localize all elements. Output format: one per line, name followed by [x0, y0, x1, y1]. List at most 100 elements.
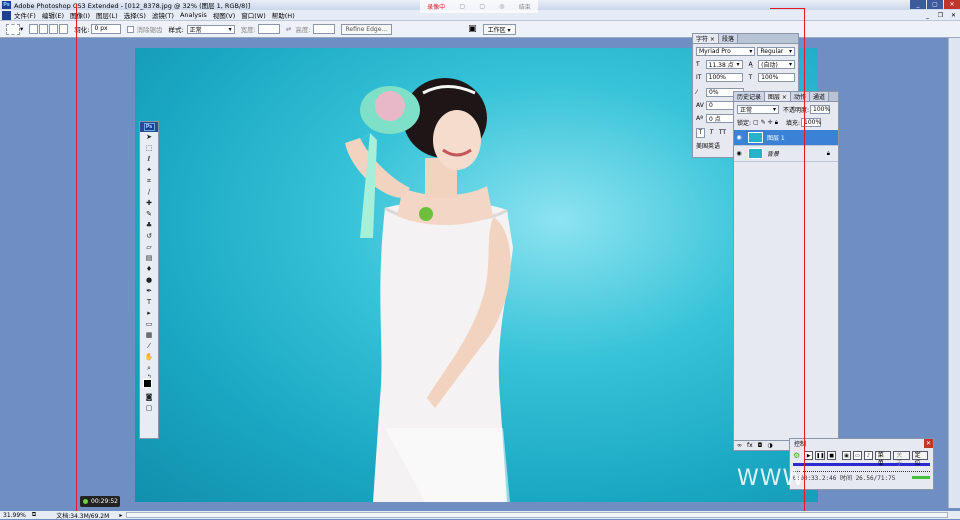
doc-restore-icon[interactable]: ❐ — [934, 10, 947, 20]
crop-tool-icon[interactable]: ⌗ — [143, 177, 155, 186]
type-tool-icon[interactable]: T — [143, 298, 155, 307]
quick-mask-icon[interactable]: ◙ — [143, 393, 155, 402]
play-icon[interactable]: ▶ — [804, 450, 814, 460]
menu-file[interactable]: 文件(F) — [14, 10, 36, 20]
font-size-input[interactable]: 11.38 点 ▾ — [705, 60, 743, 69]
zoom-level[interactable]: 31.99% — [3, 512, 26, 519]
font-family-select[interactable]: Myriad Pro ▾ — [696, 47, 756, 56]
capture-icon[interactable]: ▣ — [842, 450, 851, 460]
opacity-input[interactable]: 100% — [810, 105, 830, 114]
ps-menu-icon[interactable] — [2, 10, 11, 20]
magic-wand-tool-icon[interactable]: ✦ — [143, 166, 155, 175]
blur-tool-icon[interactable]: ♦ — [143, 265, 155, 274]
recorder-frame-icon[interactable]: ▢ — [479, 3, 485, 10]
gradient-tool-icon[interactable]: ▤ — [143, 254, 155, 263]
eyedropper-tool-icon[interactable]: ⁄ — [143, 342, 155, 351]
healing-brush-tool-icon[interactable]: ✚ — [143, 199, 155, 208]
move-tool-icon[interactable]: ➤ — [143, 133, 155, 142]
style-select[interactable]: 正常 ▾ — [186, 24, 235, 34]
menu-layer[interactable]: 图层(L) — [96, 10, 118, 20]
path-select-tool-icon[interactable]: ▸ — [143, 309, 155, 318]
eye-icon[interactable]: ◉ — [734, 134, 744, 141]
right-scrollbar[interactable] — [948, 38, 960, 508]
workspace-button[interactable]: 工作区 ▾ — [482, 23, 516, 35]
toolbox-header[interactable]: Ps — [140, 122, 158, 132]
antialias-checkbox[interactable] — [127, 25, 135, 33]
lock-transparency-icon[interactable]: ▢ — [753, 119, 759, 126]
feather-input[interactable]: 0 px — [91, 24, 122, 34]
bold-icon[interactable]: T — [696, 127, 705, 138]
marquee-preset-icon[interactable]: ▾ — [6, 23, 23, 35]
timeline-bar[interactable] — [793, 463, 930, 466]
menu-edit[interactable]: 编辑(E) — [42, 10, 64, 20]
notes-tool-icon[interactable]: ▦ — [143, 331, 155, 340]
blend-mode-value: 正常 — [740, 107, 753, 114]
control-panel-header[interactable]: 控制 ✕ — [790, 439, 933, 448]
menu-button[interactable]: 菜单 — [874, 450, 892, 467]
add-selection-icon[interactable] — [39, 24, 49, 34]
maximize-icon[interactable]: ▢ — [927, 0, 943, 9]
pause-icon[interactable]: ❚❚ — [815, 450, 826, 460]
recorder-stop-button[interactable]: 结束 — [519, 2, 531, 11]
status-menu-icon[interactable]: ▸ — [119, 512, 122, 519]
intersect-selection-icon[interactable] — [59, 24, 69, 34]
tab-character[interactable]: 字符 × — [693, 34, 719, 43]
italic-icon[interactable]: T — [707, 129, 716, 136]
audio-icon[interactable]: ♪ — [863, 450, 873, 460]
menu-help[interactable]: 帮助(H) — [272, 10, 295, 20]
recorder-target-icon[interactable]: ◎ — [499, 3, 504, 10]
about-button[interactable]: 关于 — [893, 450, 910, 467]
new-selection-icon[interactable] — [29, 24, 39, 34]
doc-minimize-icon[interactable]: _ — [921, 10, 934, 20]
link-layers-icon[interactable]: ∞ — [737, 442, 742, 449]
recorder-window-icon[interactable]: ▢ — [459, 3, 465, 10]
menu-window[interactable]: 窗口(W) — [241, 10, 266, 20]
tab-channels[interactable]: 通道 — [809, 92, 829, 101]
status-options-icon[interactable]: ⧉ — [32, 511, 36, 519]
tab-paragraph[interactable]: 段落 — [718, 34, 738, 43]
stop-icon[interactable]: ■ — [827, 450, 837, 460]
volume-level[interactable] — [912, 476, 930, 479]
menu-analysis[interactable]: Analysis — [180, 11, 207, 19]
window-title: Adobe Photoshop CS3 Extended - [012_8378… — [14, 2, 251, 10]
screen-mode-icon[interactable]: ▢ — [143, 404, 155, 413]
doc-close-icon[interactable]: ✕ — [947, 10, 960, 20]
height-input[interactable] — [312, 24, 335, 34]
locate-button[interactable]: 定位 — [911, 450, 928, 467]
menu-select[interactable]: 选择(S) — [124, 10, 146, 20]
screen-icon[interactable]: ▭ — [852, 450, 862, 460]
width-input[interactable] — [257, 24, 280, 34]
hand-tool-icon[interactable]: ✋ — [143, 353, 155, 362]
swap-icon[interactable]: ⇄ — [286, 25, 291, 33]
pen-tool-icon[interactable]: ✒ — [143, 287, 155, 296]
close-icon[interactable]: ✕ — [924, 439, 933, 448]
zoom-tool-icon[interactable]: ⌕ — [143, 364, 155, 373]
vertical-scale-input[interactable]: 100% — [705, 73, 743, 82]
clone-stamp-tool-icon[interactable]: ♣ — [143, 221, 155, 230]
menu-view[interactable]: 视图(V) — [213, 10, 236, 20]
bridge-icon[interactable]: ▣ — [468, 24, 477, 34]
slice-tool-icon[interactable]: ∕ — [143, 188, 155, 197]
lasso-tool-icon[interactable]: ℓ — [143, 155, 155, 164]
history-brush-tool-icon[interactable]: ↺ — [143, 232, 155, 241]
horizontal-scrollbar[interactable] — [126, 512, 948, 518]
lock-pixels-icon[interactable]: ✎ — [761, 119, 766, 126]
brush-tool-icon[interactable]: ✎ — [143, 210, 155, 219]
eye-icon[interactable]: ◉ — [734, 150, 744, 157]
marquee-tool-icon[interactable]: ⬚ — [143, 144, 155, 153]
shape-tool-icon[interactable]: ▭ — [143, 320, 155, 329]
subtract-selection-icon[interactable] — [49, 24, 59, 34]
color-swatch-icon[interactable]: ↰ — [143, 375, 155, 391]
fx-icon[interactable]: fx — [747, 442, 753, 449]
add-mask-icon[interactable]: ◘ — [758, 442, 763, 449]
menu-image[interactable]: 图像(I) — [70, 10, 90, 20]
menu-filter[interactable]: 滤镜(T) — [152, 10, 174, 20]
tab-history[interactable]: 历史记录 — [734, 92, 766, 101]
dodge-tool-icon[interactable]: ● — [143, 276, 155, 285]
eraser-tool-icon[interactable]: ▱ — [143, 243, 155, 252]
minimize-icon[interactable]: _ — [910, 0, 926, 9]
refine-edge-button[interactable]: Refine Edge... — [340, 23, 393, 35]
all-caps-icon[interactable]: TT — [718, 129, 727, 136]
close-icon[interactable]: ✕ — [944, 0, 960, 9]
language-label[interactable]: 美国英语 — [696, 141, 720, 150]
